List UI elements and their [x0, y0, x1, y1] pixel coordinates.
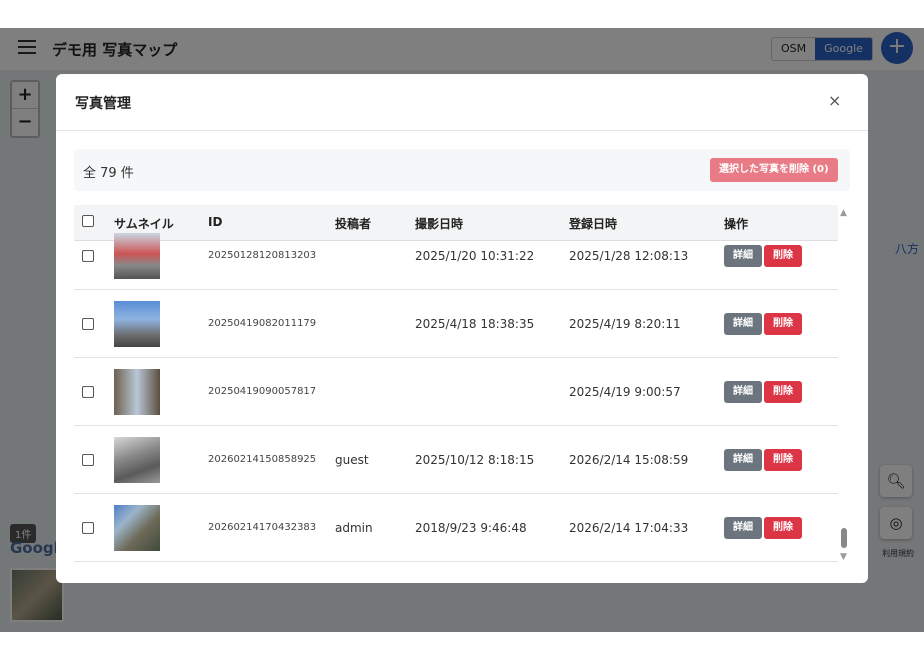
delete-button[interactable]: 削除 — [764, 449, 802, 471]
row-shot-at: 2025/10/12 8:18:15 — [415, 453, 535, 467]
row-poster: guest — [335, 453, 369, 467]
detail-button[interactable]: 詳細 — [724, 381, 762, 403]
row-registered-at: 2025/4/19 8:20:11 — [569, 317, 681, 331]
photo-thumbnail[interactable] — [114, 301, 160, 347]
detail-button[interactable]: 詳細 — [724, 449, 762, 471]
row-checkbox[interactable] — [82, 250, 94, 262]
summary-bar: 全 79 件 選択した写真を削除 (0) — [74, 149, 850, 191]
row-id: 20260214150858925 — [208, 454, 317, 465]
row-registered-at: 2026/2/14 15:08:59 — [569, 453, 689, 467]
row-checkbox[interactable] — [82, 386, 94, 398]
delete-button[interactable]: 削除 — [764, 313, 802, 335]
row-id: 20260214170432383 — [208, 522, 317, 533]
row-registered-at: 2025/4/19 9:00:57 — [569, 385, 681, 399]
photo-thumbnail[interactable] — [114, 369, 160, 415]
modal-header: 写真管理 × — [56, 74, 868, 131]
row-id: 20250419090057817 — [208, 386, 317, 397]
row-registered-at: 2025/1/28 12:08:13 — [569, 249, 689, 263]
delete-button[interactable]: 削除 — [764, 517, 802, 539]
row-id: 20250419082011179 — [208, 318, 317, 329]
total-count: 全 79 件 — [83, 166, 134, 181]
modal-title: 写真管理 — [75, 96, 131, 112]
detail-button[interactable]: 詳細 — [724, 313, 762, 335]
row-checkbox[interactable] — [82, 522, 94, 534]
photo-table[interactable]: サムネイル ID 投稿者 撮影日時 登録日時 操作 20250128120813… — [74, 205, 838, 565]
row-checkbox[interactable] — [82, 454, 94, 466]
close-icon[interactable]: × — [828, 91, 841, 110]
scrollbar-thumb[interactable] — [841, 528, 847, 548]
row-poster: admin — [335, 521, 373, 535]
detail-button[interactable]: 詳細 — [724, 245, 762, 267]
table-row: 20260214150858925 guest 2025/10/12 8:18:… — [74, 426, 838, 494]
bulk-delete-button[interactable]: 選択した写真を削除 (0) — [710, 158, 838, 182]
row-checkbox[interactable] — [82, 318, 94, 330]
scroll-down-icon[interactable]: ▼ — [840, 552, 847, 562]
scroll-up-icon[interactable]: ▲ — [840, 208, 847, 218]
table-row: 20260214170432383 admin 2018/9/23 9:46:4… — [74, 494, 838, 562]
photo-thumbnail[interactable] — [114, 437, 160, 483]
table-row: 20250419082011179 2025/4/18 18:38:35 202… — [74, 290, 838, 358]
detail-button[interactable]: 詳細 — [724, 517, 762, 539]
photo-thumbnail[interactable] — [114, 505, 160, 551]
row-shot-at: 2018/9/23 9:46:48 — [415, 521, 527, 535]
row-id: 20250128120813203 — [208, 250, 317, 261]
delete-button[interactable]: 削除 — [764, 245, 802, 267]
photo-management-modal: 写真管理 × 全 79 件 選択した写真を削除 (0) サムネイル ID 投稿者… — [56, 74, 868, 583]
delete-button[interactable]: 削除 — [764, 381, 802, 403]
row-registered-at: 2026/2/14 17:04:33 — [569, 521, 689, 535]
table-row: 20250419090057817 2025/4/19 9:00:57 詳細 削… — [74, 358, 838, 426]
photo-thumbnail[interactable] — [114, 233, 160, 279]
table-row: 20250128120813203 2025/1/20 10:31:22 202… — [74, 222, 838, 290]
row-shot-at: 2025/1/20 10:31:22 — [415, 249, 535, 263]
row-shot-at: 2025/4/18 18:38:35 — [415, 317, 535, 331]
